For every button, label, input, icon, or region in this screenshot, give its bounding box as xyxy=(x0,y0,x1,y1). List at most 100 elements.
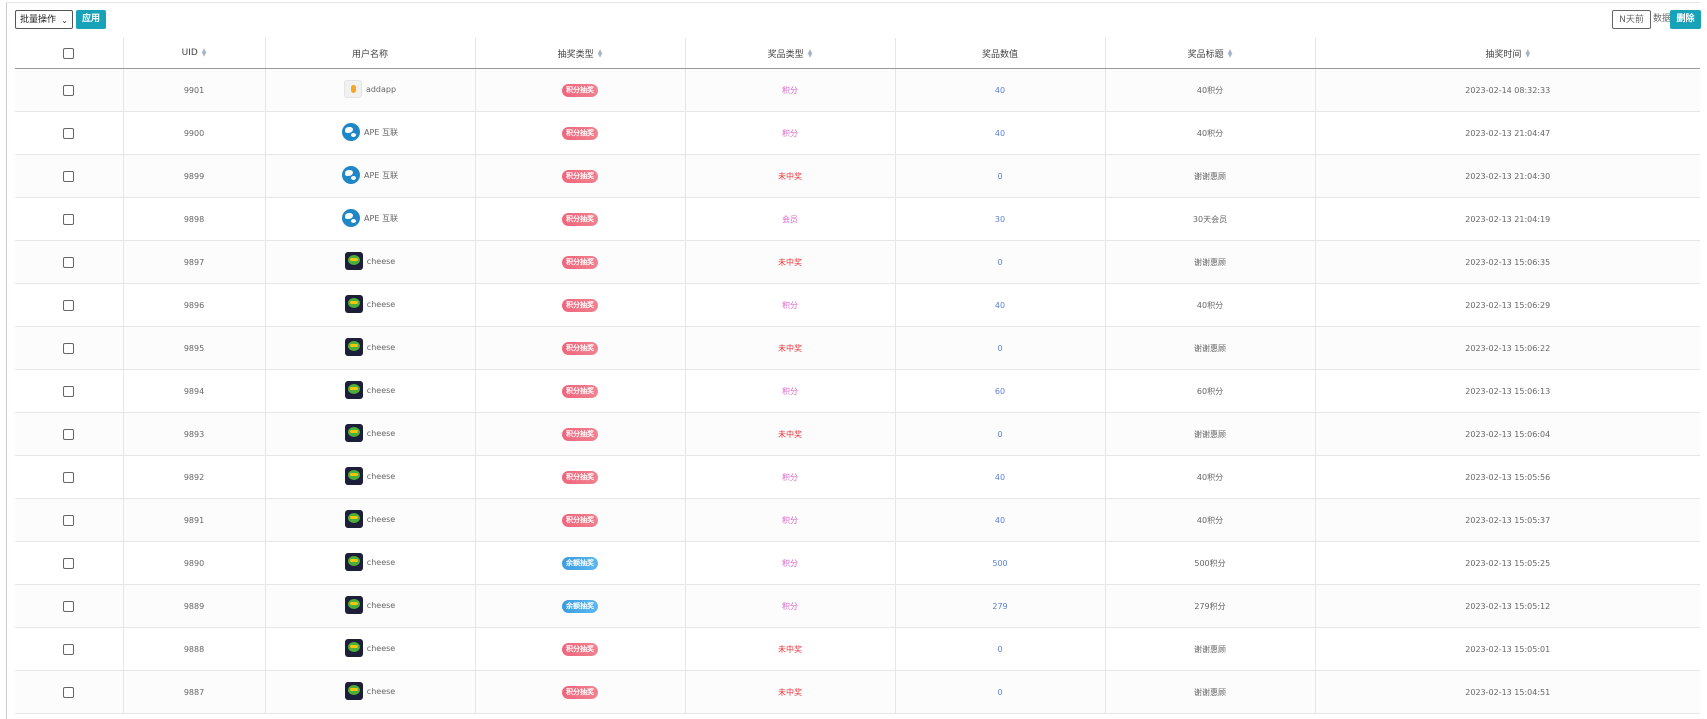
prize-qty-link[interactable]: 60 xyxy=(995,387,1005,396)
uid-cell: 9901 xyxy=(122,68,265,112)
header-draw-time[interactable]: 抽奖时间 ▲ ▼ xyxy=(1314,38,1700,69)
draw-time-cell: 2023-02-13 15:05:25 xyxy=(1314,541,1700,585)
batch-action-select[interactable]: 批量操作 ⌄ xyxy=(15,10,73,29)
prize-qty-link[interactable]: 40 xyxy=(995,129,1005,138)
draw-type-cell: 积分抽奖 xyxy=(474,111,685,155)
prize-qty-link[interactable]: 0 xyxy=(997,258,1002,267)
draw-time-cell: 2023-02-13 21:04:47 xyxy=(1314,111,1700,155)
cheese-avatar xyxy=(344,381,363,399)
row-checkbox[interactable] xyxy=(63,127,75,139)
row-checkbox[interactable] xyxy=(63,213,75,225)
row-checkbox[interactable] xyxy=(63,385,75,397)
n-days-input[interactable]: N天前 xyxy=(1612,10,1651,29)
header-draw-type[interactable]: 抽奖类型 ▲ ▼ xyxy=(474,38,685,69)
select-all-checkbox[interactable] xyxy=(63,47,75,59)
prize-qty-cell: 40 xyxy=(894,283,1105,327)
prize-qty-link[interactable]: 40 xyxy=(995,473,1005,482)
prize-qty-cell: 0 xyxy=(894,627,1105,671)
prize-qty-link[interactable]: 500 xyxy=(992,559,1007,568)
prize-type-cell: 积分 xyxy=(684,541,895,585)
row-select-cell xyxy=(15,197,123,241)
prize-type-text: 积分 xyxy=(782,601,798,611)
row-checkbox[interactable] xyxy=(63,256,75,268)
table-row: 9899 APE 互联 积分抽奖 未中奖 0 谢谢惠顾 2023-02-13 21:04:3… xyxy=(15,154,1700,198)
row-checkbox[interactable] xyxy=(63,600,75,612)
table-row: 9889 cheese 余额抽奖 积分 279 279积分 2023-02-13 15:05… xyxy=(15,584,1700,628)
draw-type-badge: 积分抽奖 xyxy=(562,126,598,140)
draw-type-cell: 积分抽奖 xyxy=(474,670,685,714)
cheese-avatar xyxy=(344,252,363,270)
draw-type-cell: 积分抽奖 xyxy=(474,326,685,370)
prize-type-cell: 积分 xyxy=(684,68,895,112)
row-checkbox[interactable] xyxy=(63,643,75,655)
header-username-label: 用户名称 xyxy=(351,49,388,60)
header-uid-label: UID xyxy=(181,48,198,58)
row-checkbox[interactable] xyxy=(63,342,75,354)
username-text: cheese xyxy=(366,342,396,352)
row-select-cell xyxy=(15,627,123,671)
prize-qty-link[interactable]: 0 xyxy=(997,344,1002,353)
prize-qty-link[interactable]: 279 xyxy=(992,602,1007,611)
prize-qty-link[interactable]: 0 xyxy=(997,688,1002,697)
delete-button[interactable]: 删除 xyxy=(1670,10,1701,29)
prize-type-cell: 积分 xyxy=(684,111,895,155)
prize-type-text: 积分 xyxy=(782,300,798,310)
row-select-cell xyxy=(15,498,123,542)
prize-qty-link[interactable]: 40 xyxy=(995,516,1005,525)
row-checkbox[interactable] xyxy=(63,428,75,440)
row-select-cell xyxy=(15,240,123,284)
draw-type-badge: 余额抽奖 xyxy=(562,556,598,570)
prize-qty-cell: 500 xyxy=(894,541,1105,585)
row-checkbox[interactable] xyxy=(63,170,75,182)
username-cell: APE 互联 xyxy=(264,111,475,155)
prize-type-text: 未中奖 xyxy=(778,171,802,181)
row-checkbox[interactable] xyxy=(63,686,75,698)
header-select-all xyxy=(15,38,123,69)
username-cell: APE 互联 xyxy=(264,154,475,198)
table-row: 9900 APE 互联 积分抽奖 积分 40 40积分 2023-02-13 21:04:4… xyxy=(15,111,1700,155)
header-prize-title[interactable]: 奖品标题 ▲ ▼ xyxy=(1104,38,1315,69)
prize-qty-link[interactable]: 40 xyxy=(995,301,1005,310)
prize-qty-cell: 40 xyxy=(894,68,1105,112)
row-checkbox[interactable] xyxy=(63,514,75,526)
row-checkbox[interactable] xyxy=(63,84,75,96)
row-checkbox[interactable] xyxy=(63,299,75,311)
prize-qty-link[interactable]: 40 xyxy=(995,86,1005,95)
prize-type-cell: 积分 xyxy=(684,283,895,327)
prize-type-text: 未中奖 xyxy=(778,644,802,654)
prize-qty-link[interactable]: 30 xyxy=(995,215,1005,224)
draw-type-badge: 积分抽奖 xyxy=(562,470,598,484)
row-select-cell xyxy=(15,541,123,585)
header-uid[interactable]: UID ▲ ▼ xyxy=(122,38,265,69)
globe-avatar xyxy=(342,123,361,141)
header-prize-type[interactable]: 奖品类型 ▲ ▼ xyxy=(684,38,895,69)
prize-qty-cell: 279 xyxy=(894,584,1105,628)
uid-cell: 9887 xyxy=(122,670,265,714)
uid-cell: 9892 xyxy=(122,455,265,499)
apply-button[interactable]: 应用 xyxy=(76,10,106,29)
header-prize-type-label: 奖品类型 xyxy=(767,49,804,60)
prize-type-text: 积分 xyxy=(782,85,798,95)
header-username: 用户名称 xyxy=(264,38,475,69)
prize-qty-link[interactable]: 0 xyxy=(997,430,1002,439)
draw-time-cell: 2023-02-13 15:06:29 xyxy=(1314,283,1700,327)
uid-cell: 9895 xyxy=(122,326,265,370)
draw-time-cell: 2023-02-14 08:32:33 xyxy=(1314,68,1700,112)
row-checkbox[interactable] xyxy=(63,471,75,483)
table-row: 9901 addapp 积分抽奖 积分 40 40积分 2023-02-14 08:32:3… xyxy=(15,68,1700,112)
table-header-row: UID ▲ ▼ 用户名称 抽奖类型 ▲ ▼ 奖品类型 ▲ ▼ 奖品数值 奖品标题 ▲ ▼ xyxy=(15,38,1700,69)
draw-records-table: UID ▲ ▼ 用户名称 抽奖类型 ▲ ▼ 奖品类型 ▲ ▼ 奖品数值 奖品标题 ▲ ▼ xyxy=(15,38,1700,714)
prize-qty-link[interactable]: 0 xyxy=(997,172,1002,181)
prize-title-cell: 40积分 xyxy=(1104,498,1315,542)
row-checkbox[interactable] xyxy=(63,557,75,569)
draw-type-cell: 余额抽奖 xyxy=(474,541,685,585)
prize-title-cell: 谢谢惠顾 xyxy=(1104,240,1315,284)
prize-qty-link[interactable]: 0 xyxy=(997,645,1002,654)
draw-time-cell: 2023-02-13 15:06:35 xyxy=(1314,240,1700,284)
uid-cell: 9893 xyxy=(122,412,265,456)
username-text: cheese xyxy=(366,600,396,610)
row-select-cell xyxy=(15,455,123,499)
prize-title-cell: 谢谢惠顾 xyxy=(1104,412,1315,456)
prize-type-text: 未中奖 xyxy=(778,687,802,697)
sort-icon: ▲ ▼ xyxy=(1525,48,1531,59)
